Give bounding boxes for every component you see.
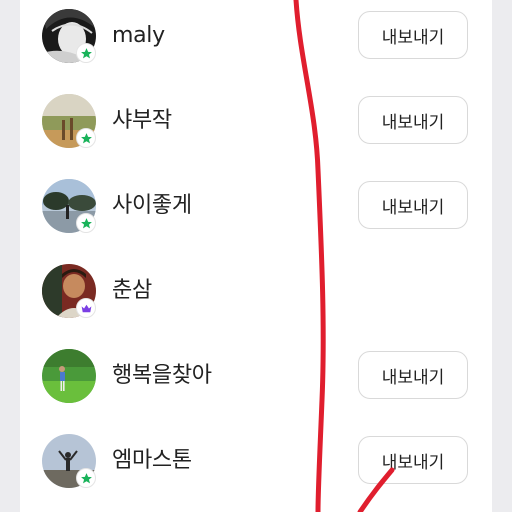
member-list-panel: maly 내보내기 샤부작 내보내기 사이좋게 내보내기 춘삼 행복을찾아 내보… [20, 0, 492, 512]
export-button[interactable]: 내보내기 [358, 351, 468, 399]
avatar[interactable] [42, 349, 96, 403]
member-name: 샤부작 [112, 108, 172, 133]
star-badge-icon [76, 43, 96, 63]
member-name: 사이좋게 [112, 193, 192, 218]
member-row[interactable]: maly 내보내기 [20, 6, 492, 66]
member-row[interactable]: 사이좋게 내보내기 [20, 176, 492, 236]
star-badge-icon [76, 128, 96, 148]
crown-badge-icon [76, 298, 96, 318]
export-button[interactable]: 내보내기 [358, 96, 468, 144]
member-name: 춘삼 [112, 278, 152, 303]
star-badge-icon [76, 213, 96, 233]
member-name: 행복을찾아 [112, 363, 212, 388]
export-button[interactable]: 내보내기 [358, 11, 468, 59]
member-row[interactable]: 엠마스톤 내보내기 [20, 431, 492, 491]
star-badge-icon [76, 468, 96, 488]
export-button[interactable]: 내보내기 [358, 181, 468, 229]
member-row[interactable]: 춘삼 [20, 261, 492, 321]
member-name: maly [112, 23, 165, 48]
member-row[interactable]: 행복을찾아 내보내기 [20, 346, 492, 406]
export-button[interactable]: 내보내기 [358, 436, 468, 484]
member-row[interactable]: 샤부작 내보내기 [20, 91, 492, 151]
member-name: 엠마스톤 [112, 448, 192, 473]
